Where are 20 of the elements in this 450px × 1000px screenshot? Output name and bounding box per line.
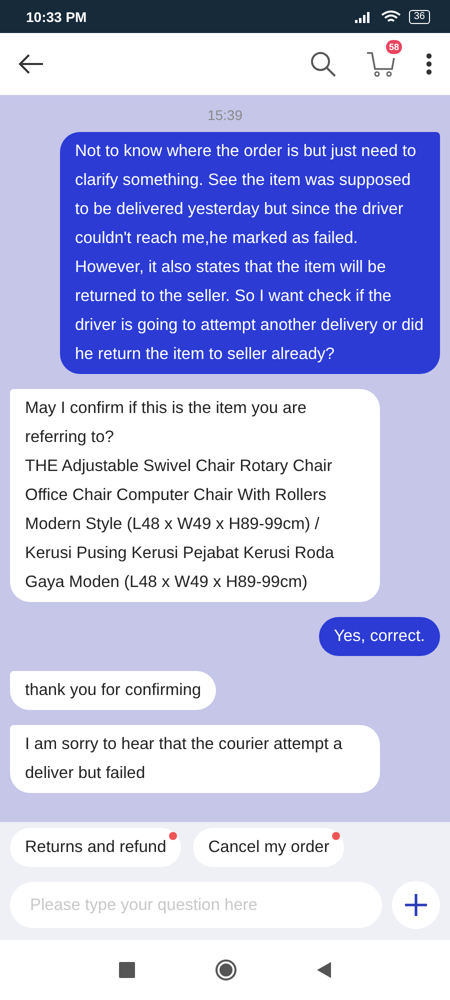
received-message: I am sorry to hear that the courier attempt a deliver but failed: [10, 725, 380, 793]
back-icon[interactable]: [18, 54, 44, 74]
wifi-icon: [380, 10, 401, 24]
add-button[interactable]: [392, 881, 440, 929]
status-time: 10:33 PM: [26, 8, 87, 24]
sent-message: Not to know where the order is but just need to clarify something. See the item was supposed to be delivered yesterday but since the driver couldn't reach me,he marked as failed. However, it also states that the item will be returned to the seller. So I want check if the driver is going to attempt another delivery or did he return the item to seller already?: [60, 132, 440, 374]
quick-reply-chip[interactable]: Returns and refund: [10, 828, 182, 867]
back-nav-icon[interactable]: [317, 962, 331, 978]
battery-icon: 36: [408, 10, 430, 24]
plus-icon: [404, 893, 428, 917]
cart-badge: 58: [386, 40, 402, 54]
search-icon[interactable]: [310, 51, 336, 77]
received-message: thank you for confirming: [10, 671, 216, 710]
cart-icon[interactable]: [366, 50, 396, 78]
home-icon[interactable]: [215, 959, 237, 981]
sent-message: Yes, correct.: [318, 617, 440, 656]
quick-reply-chip[interactable]: Cancel my order: [193, 828, 344, 867]
message-timestamp: 15:39: [207, 107, 243, 123]
more-icon[interactable]: [426, 53, 432, 75]
received-message: May I confirm if this is the item you are referring to? THE Adjustable Swivel Chair Rotary Chair Office Chair Computer Chair With Rollers Modern Style (L48 x W49 x H89-99cm) / Kerusi Pusing Kerusi Pejabat Kerusi Roda Gaya Moden (L48 x W49 x H89-99cm): [10, 389, 380, 602]
